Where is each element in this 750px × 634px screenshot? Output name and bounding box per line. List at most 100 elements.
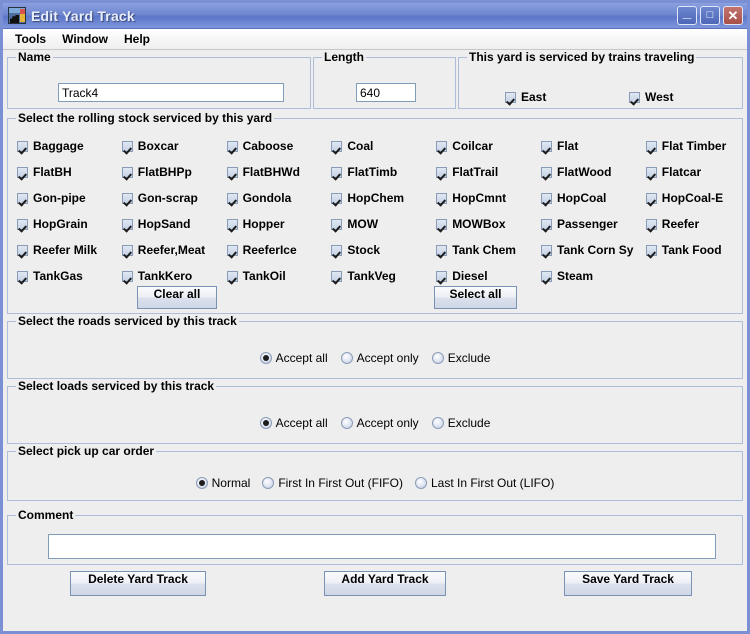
checkbox-tank-food[interactable]: Tank Food	[646, 243, 722, 257]
checkbox-tankveg-box[interactable]	[331, 271, 342, 282]
close-button[interactable]: ✕	[723, 6, 743, 25]
radio-pickup-lifo-dot[interactable]	[415, 477, 427, 489]
minimize-button[interactable]: _	[677, 6, 697, 25]
checkbox-hopgrain[interactable]: HopGrain	[17, 217, 88, 231]
checkbox-reeferice-box[interactable]	[227, 245, 238, 256]
checkbox-tank-chem[interactable]: Tank Chem	[436, 243, 516, 257]
checkbox-tankoil[interactable]: TankOil	[227, 269, 286, 283]
radio-loads-accept-all-dot[interactable]	[260, 417, 272, 429]
radio-pickup-fifo-dot[interactable]	[262, 477, 274, 489]
checkbox-flatwood[interactable]: FlatWood	[541, 165, 611, 179]
checkbox-tankgas-box[interactable]	[17, 271, 28, 282]
select-all-button[interactable]: Select all	[434, 286, 517, 309]
radio-pickup-lifo[interactable]: Last In First Out (LIFO)	[415, 476, 554, 490]
checkbox-flatbhpp[interactable]: FlatBHPp	[122, 165, 192, 179]
checkbox-tankgas[interactable]: TankGas	[17, 269, 83, 283]
menu-tools[interactable]: Tools	[9, 31, 56, 48]
checkbox-tank-corn-sy-box[interactable]	[541, 245, 552, 256]
radio-loads-exclude-dot[interactable]	[432, 417, 444, 429]
checkbox-coilcar[interactable]: Coilcar	[436, 139, 493, 153]
maximize-button[interactable]: □	[700, 6, 720, 25]
checkbox-reefer-meat-box[interactable]	[122, 245, 133, 256]
checkbox-flat[interactable]: Flat	[541, 139, 578, 153]
radio-loads-accept-only[interactable]: Accept only	[341, 416, 419, 430]
checkbox-hopcoal-e[interactable]: HopCoal-E	[646, 191, 723, 205]
checkbox-hopcmnt[interactable]: HopCmnt	[436, 191, 506, 205]
menu-window[interactable]: Window	[56, 31, 118, 48]
checkbox-coal-box[interactable]	[331, 141, 342, 152]
checkbox-hopgrain-box[interactable]	[17, 219, 28, 230]
checkbox-tankkero[interactable]: TankKero	[122, 269, 192, 283]
checkbox-caboose-box[interactable]	[227, 141, 238, 152]
checkbox-flatbhwd-box[interactable]	[227, 167, 238, 178]
checkbox-hopsand[interactable]: HopSand	[122, 217, 191, 231]
clear-all-button[interactable]: Clear all	[137, 286, 217, 309]
checkbox-tank-food-box[interactable]	[646, 245, 657, 256]
radio-loads-exclude[interactable]: Exclude	[432, 416, 491, 430]
radio-pickup-fifo[interactable]: First In First Out (FIFO)	[262, 476, 403, 490]
checkbox-west-box[interactable]	[629, 92, 640, 103]
add-yard-track-button[interactable]: Add Yard Track	[324, 571, 446, 596]
checkbox-flatwood-box[interactable]	[541, 167, 552, 178]
checkbox-hopcoal[interactable]: HopCoal	[541, 191, 606, 205]
checkbox-baggage[interactable]: Baggage	[17, 139, 84, 153]
checkbox-east[interactable]: East	[505, 90, 546, 104]
checkbox-gondola-box[interactable]	[227, 193, 238, 204]
checkbox-flatbh[interactable]: FlatBH	[17, 165, 72, 179]
checkbox-east-box[interactable]	[505, 92, 516, 103]
checkbox-tankveg[interactable]: TankVeg	[331, 269, 395, 283]
checkbox-reefer-milk-box[interactable]	[17, 245, 28, 256]
checkbox-tank-chem-box[interactable]	[436, 245, 447, 256]
checkbox-boxcar-box[interactable]	[122, 141, 133, 152]
checkbox-gon-scrap[interactable]: Gon-scrap	[122, 191, 198, 205]
checkbox-reefer-meat[interactable]: Reefer,Meat	[122, 243, 205, 257]
checkbox-flatcar[interactable]: Flatcar	[646, 165, 701, 179]
checkbox-steam-box[interactable]	[541, 271, 552, 282]
checkbox-mow-box[interactable]	[331, 219, 342, 230]
checkbox-reefer-box[interactable]	[646, 219, 657, 230]
delete-yard-track-button[interactable]: Delete Yard Track	[70, 571, 206, 596]
checkbox-flattimb-box[interactable]	[331, 167, 342, 178]
comment-input[interactable]	[48, 534, 716, 559]
checkbox-tankoil-box[interactable]	[227, 271, 238, 282]
checkbox-flattimb[interactable]: FlatTimb	[331, 165, 397, 179]
checkbox-hopper-box[interactable]	[227, 219, 238, 230]
checkbox-flat-box[interactable]	[541, 141, 552, 152]
checkbox-baggage-box[interactable]	[17, 141, 28, 152]
checkbox-hopper[interactable]: Hopper	[227, 217, 285, 231]
checkbox-tankkero-box[interactable]	[122, 271, 133, 282]
checkbox-coal[interactable]: Coal	[331, 139, 373, 153]
checkbox-boxcar[interactable]: Boxcar	[122, 139, 179, 153]
checkbox-mowbox[interactable]: MOWBox	[436, 217, 505, 231]
checkbox-hopchem-box[interactable]	[331, 193, 342, 204]
checkbox-diesel[interactable]: Diesel	[436, 269, 487, 283]
checkbox-flatcar-box[interactable]	[646, 167, 657, 178]
checkbox-stock[interactable]: Stock	[331, 243, 380, 257]
checkbox-gon-scrap-box[interactable]	[122, 193, 133, 204]
checkbox-steam[interactable]: Steam	[541, 269, 593, 283]
checkbox-reeferice[interactable]: ReeferIce	[227, 243, 297, 257]
radio-pickup-normal-dot[interactable]	[196, 477, 208, 489]
checkbox-hopcoal-box[interactable]	[541, 193, 552, 204]
checkbox-flatbh-box[interactable]	[17, 167, 28, 178]
checkbox-caboose[interactable]: Caboose	[227, 139, 294, 153]
checkbox-gondola[interactable]: Gondola	[227, 191, 292, 205]
radio-roads-exclude-dot[interactable]	[432, 352, 444, 364]
checkbox-reefer[interactable]: Reefer	[646, 217, 699, 231]
radio-roads-accept-all[interactable]: Accept all	[260, 351, 328, 365]
radio-roads-exclude[interactable]: Exclude	[432, 351, 491, 365]
checkbox-gon-pipe-box[interactable]	[17, 193, 28, 204]
checkbox-hopcmnt-box[interactable]	[436, 193, 447, 204]
checkbox-mowbox-box[interactable]	[436, 219, 447, 230]
checkbox-tank-corn-sy[interactable]: Tank Corn Sy	[541, 243, 633, 257]
radio-pickup-normal[interactable]: Normal	[196, 476, 251, 490]
radio-roads-accept-only-dot[interactable]	[341, 352, 353, 364]
radio-loads-accept-only-dot[interactable]	[341, 417, 353, 429]
checkbox-stock-box[interactable]	[331, 245, 342, 256]
checkbox-gon-pipe[interactable]: Gon-pipe	[17, 191, 86, 205]
checkbox-flattrail[interactable]: FlatTrail	[436, 165, 498, 179]
track-length-input[interactable]	[356, 83, 416, 102]
checkbox-west[interactable]: West	[629, 90, 673, 104]
checkbox-coilcar-box[interactable]	[436, 141, 447, 152]
checkbox-passenger-box[interactable]	[541, 219, 552, 230]
